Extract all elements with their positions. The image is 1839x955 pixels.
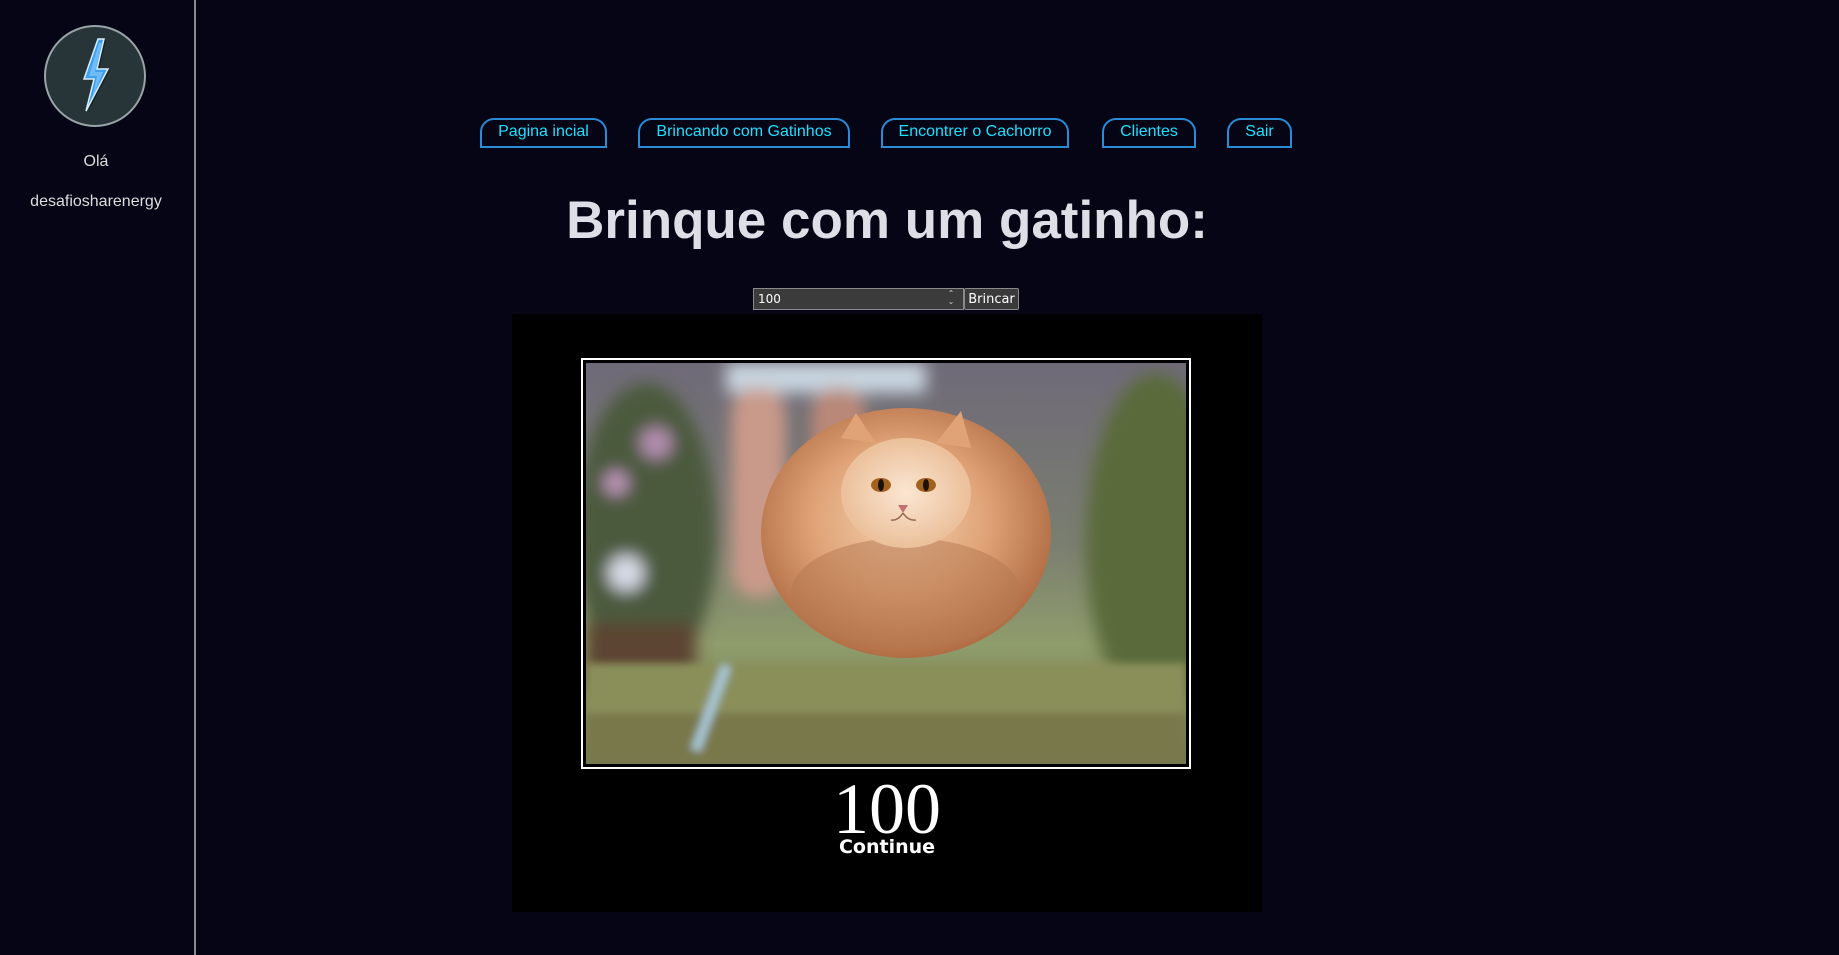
spinner-arrows-icon[interactable]: ⌃ ⌄: [944, 290, 958, 308]
sidebar: Olá desafiosharenergy: [0, 0, 196, 955]
nav-tab-home[interactable]: Pagina incial: [480, 118, 607, 148]
nav-tab-clients[interactable]: Clientes: [1102, 118, 1196, 148]
app-logo[interactable]: [44, 25, 146, 127]
flying-cat-image: [586, 363, 1186, 764]
nav-tab-dog[interactable]: Encontrer o Cachorro: [881, 118, 1069, 148]
status-code-caption: Continue: [838, 836, 936, 858]
nav-tab-logout[interactable]: Sair: [1227, 118, 1292, 148]
cat-photo: [581, 358, 1191, 769]
greeting-text: Olá: [83, 153, 109, 170]
nav-tab-cats[interactable]: Brincando com Gatinhos: [638, 118, 850, 148]
lightning-bolt-icon: [82, 38, 110, 112]
username-text: desafiosharenergy: [30, 193, 162, 210]
status-code-input[interactable]: [753, 288, 964, 310]
play-button[interactable]: Brincar: [964, 288, 1019, 310]
page-title: Brinque com um gatinho:: [566, 191, 1208, 250]
cat-status-panel: 100 Continue: [512, 314, 1262, 912]
